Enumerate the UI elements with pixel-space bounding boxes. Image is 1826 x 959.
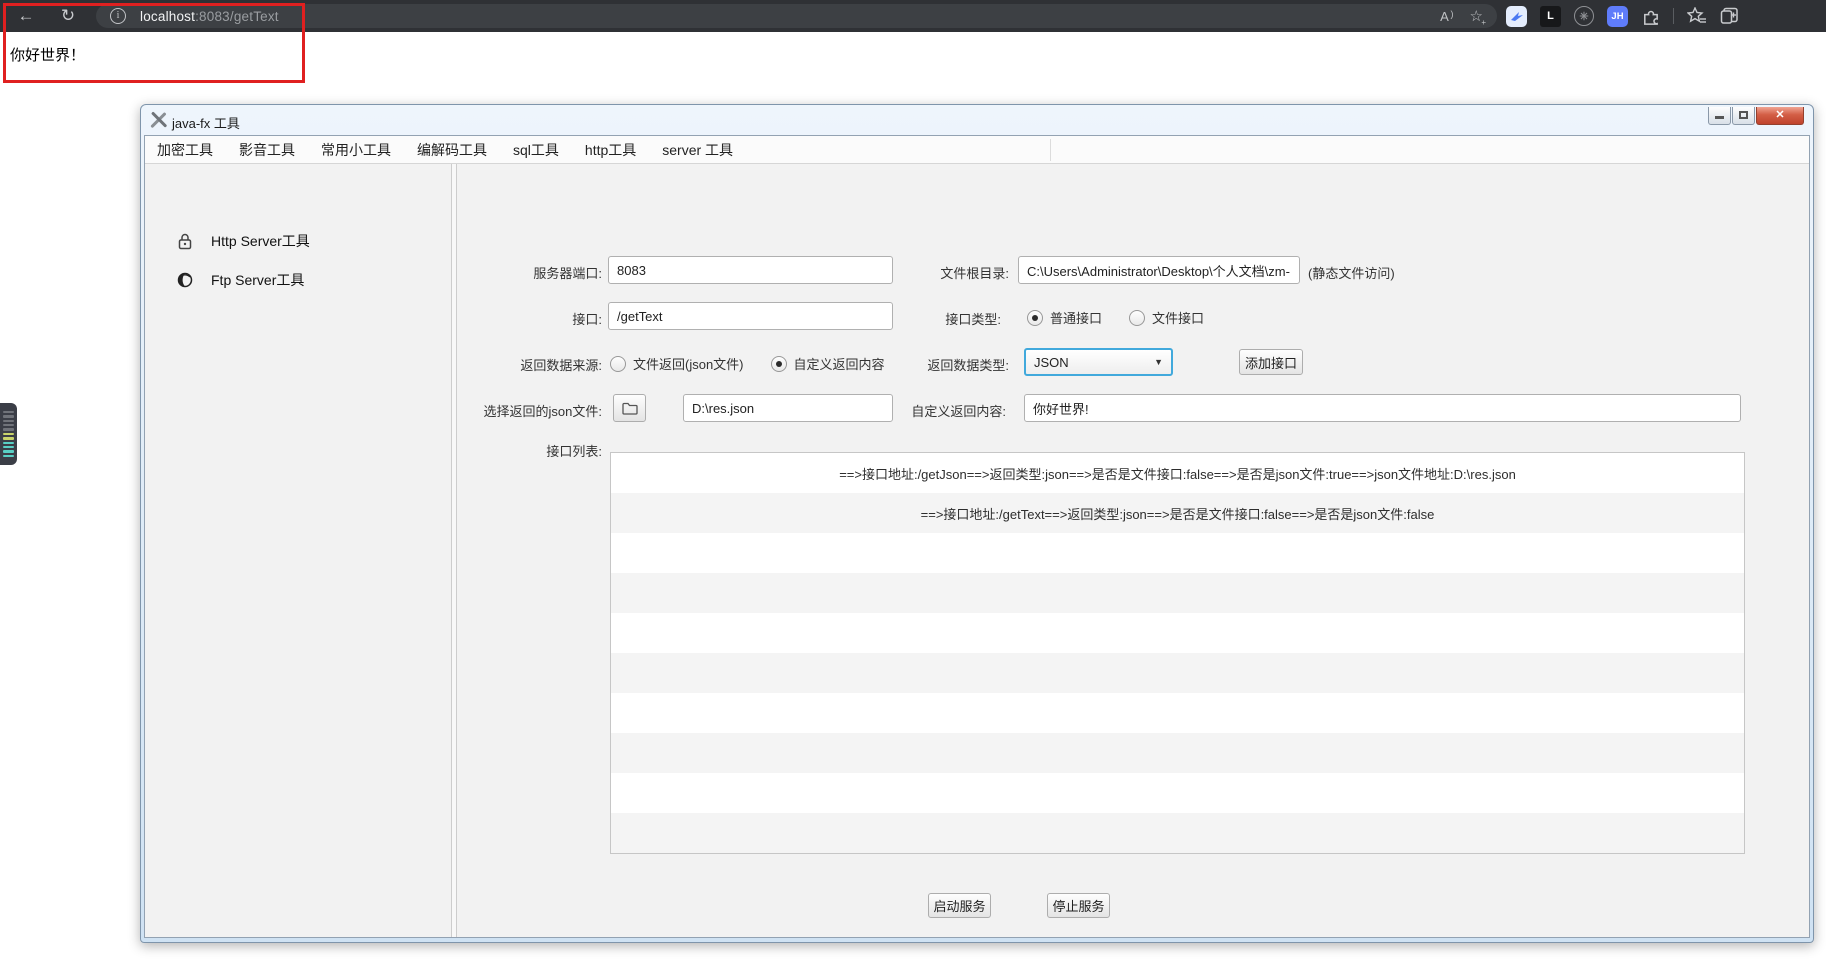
- close-button[interactable]: ✕: [1756, 107, 1804, 125]
- maximize-button[interactable]: [1732, 107, 1755, 125]
- red-annotation-box: [3, 3, 305, 83]
- api-list-empty-row: [611, 573, 1744, 613]
- stop-service-button[interactable]: 停止服务: [1047, 893, 1110, 918]
- data-type-value: JSON: [1034, 355, 1069, 370]
- api-list-item[interactable]: ==>接口地址:/getJson==>返回类型:json==>是否是文件接口:f…: [611, 453, 1744, 493]
- title-bar[interactable]: java-fx 工具 ✕: [141, 105, 1813, 135]
- api-list-empty-row: [611, 813, 1744, 853]
- radio-normal-api-label: 普通接口: [1050, 308, 1102, 327]
- toolbar-separator: [1673, 8, 1674, 24]
- server-port-input[interactable]: [608, 256, 893, 284]
- favorites-bar-icon[interactable]: [1687, 7, 1707, 25]
- api-list-empty-row: [611, 613, 1744, 653]
- radio-file-api-label: 文件接口: [1152, 308, 1204, 327]
- api-list-empty-row: [611, 773, 1744, 813]
- data-type-combobox[interactable]: JSON ▼: [1024, 348, 1173, 376]
- menu-bar: 加密工具 影音工具 常用小工具 编解码工具 sql工具 http工具 serve…: [145, 136, 1809, 164]
- api-input[interactable]: [608, 302, 893, 330]
- sidebar-item-label: Ftp Server工具: [211, 270, 304, 290]
- menu-media-tools[interactable]: 影音工具: [239, 140, 295, 160]
- api-list-empty-row: [611, 653, 1744, 693]
- sidebar-item-ftp-server[interactable]: Ftp Server工具: [145, 265, 451, 295]
- api-list-empty-row: [611, 733, 1744, 773]
- api-type-radio-group: 普通接口 文件接口: [1027, 308, 1204, 327]
- address-bar[interactable]: i localhost:8083/getText A ☆+: [96, 4, 1497, 28]
- menu-common-tools[interactable]: 常用小工具: [321, 140, 391, 160]
- chevron-down-icon: ▼: [1154, 357, 1163, 367]
- app-window: java-fx 工具 ✕ 加密工具 影音工具 常用小工具 编解码工具 sql工具…: [140, 104, 1814, 943]
- json-file-label: 选择返回的json文件:: [402, 401, 602, 420]
- radio-custom-return[interactable]: [771, 356, 787, 372]
- palm-extension-icon[interactable]: ✳: [1574, 6, 1594, 26]
- menu-http-tools[interactable]: http工具: [585, 140, 636, 160]
- tools-icon: [150, 111, 167, 128]
- l-extension-icon[interactable]: L: [1540, 6, 1561, 27]
- menubar-separator: [1050, 139, 1051, 161]
- menu-codec-tools[interactable]: 编解码工具: [417, 140, 487, 160]
- window-title: java-fx 工具: [172, 113, 240, 132]
- browse-file-button[interactable]: [613, 394, 646, 422]
- api-type-label: 接口类型:: [881, 309, 1001, 328]
- api-list[interactable]: ==>接口地址:/getJson==>返回类型:json==>是否是文件接口:f…: [610, 452, 1745, 854]
- custom-content-input[interactable]: [1024, 394, 1741, 422]
- radio-json-file-return-label: 文件返回(json文件): [633, 354, 744, 373]
- api-label: 接口:: [442, 309, 602, 328]
- window-content: 加密工具 影音工具 常用小工具 编解码工具 sql工具 http工具 serve…: [144, 135, 1810, 938]
- menu-encrypt-tools[interactable]: 加密工具: [157, 140, 213, 160]
- radio-normal-api[interactable]: [1027, 310, 1043, 326]
- api-list-label: 接口列表:: [442, 441, 602, 460]
- collections-icon[interactable]: [1720, 7, 1739, 25]
- data-source-radio-group: 文件返回(json文件) 自定义返回内容: [610, 354, 885, 373]
- screen: ← ↻ i localhost:8083/getText A ☆+ L ✳ JH: [0, 0, 1826, 959]
- menu-sql-tools[interactable]: sql工具: [513, 140, 559, 160]
- add-api-button[interactable]: 添加接口: [1239, 349, 1303, 375]
- static-access-note: (静态文件访问): [1308, 263, 1395, 282]
- minimize-button[interactable]: [1708, 107, 1731, 125]
- radio-custom-return-label: 自定义返回内容: [794, 354, 885, 373]
- api-list-item[interactable]: ==>接口地址:/getText==>返回类型:json==>是否是文件接口:f…: [611, 493, 1744, 533]
- radio-json-file-return[interactable]: [610, 356, 626, 372]
- bird-extension-icon[interactable]: [1506, 6, 1527, 27]
- radio-file-api[interactable]: [1129, 310, 1145, 326]
- side-dock-handle[interactable]: [0, 403, 17, 465]
- custom-content-label: 自定义返回内容:: [886, 401, 1006, 420]
- folder-icon: [622, 402, 638, 415]
- sidebar: Http Server工具 Ftp Server工具: [145, 164, 451, 937]
- data-source-label: 返回数据来源:: [442, 355, 602, 374]
- root-dir-input[interactable]: [1018, 256, 1300, 284]
- sidebar-item-http-server[interactable]: Http Server工具: [145, 226, 451, 256]
- server-port-label: 服务器端口:: [442, 263, 602, 282]
- extensions-puzzle-icon[interactable]: [1641, 7, 1660, 26]
- api-list-empty-row: [611, 533, 1744, 573]
- extensions-row: L ✳ JH: [1506, 0, 1739, 32]
- data-type-label: 返回数据类型:: [889, 355, 1009, 374]
- add-favorite-icon[interactable]: ☆+: [1470, 7, 1483, 25]
- api-list-empty-row: [611, 693, 1744, 733]
- menu-server-tools[interactable]: server 工具: [662, 140, 733, 160]
- lock-icon: [176, 232, 194, 250]
- jh-extension-icon[interactable]: JH: [1607, 6, 1628, 27]
- root-dir-label: 文件根目录:: [889, 263, 1009, 282]
- sidebar-item-label: Http Server工具: [211, 231, 310, 251]
- read-aloud-icon[interactable]: A: [1440, 9, 1453, 24]
- json-file-input[interactable]: [683, 394, 893, 422]
- start-service-button[interactable]: 启动服务: [928, 893, 991, 918]
- globe-icon: [176, 271, 194, 289]
